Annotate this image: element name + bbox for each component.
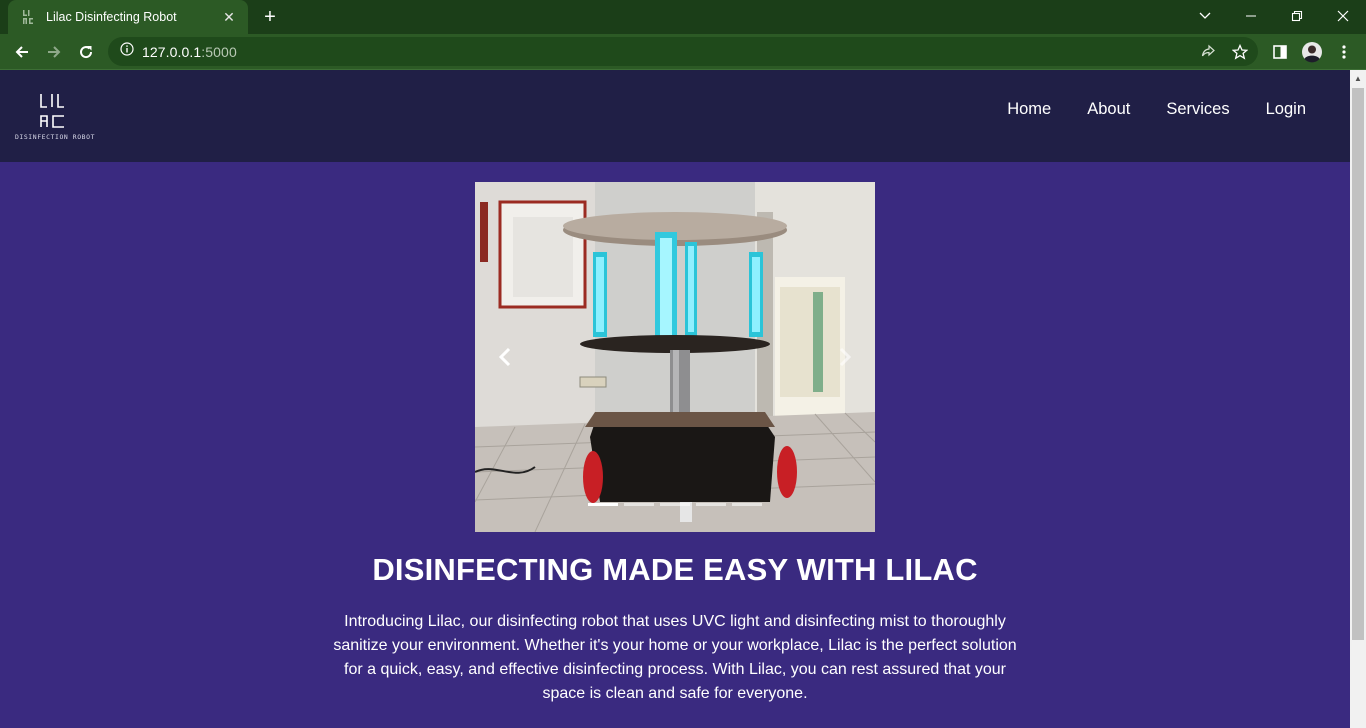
- close-window-icon[interactable]: [1320, 0, 1366, 32]
- profile-avatar[interactable]: [1298, 38, 1326, 66]
- url-text: 127.0.0.1:5000: [142, 44, 237, 60]
- carousel-robot-image: [475, 182, 875, 532]
- favicon-icon: [20, 9, 36, 25]
- page-viewport: DISINFECTION ROBOT Home About Services L…: [0, 70, 1350, 728]
- info-icon[interactable]: [120, 42, 134, 61]
- browser-toolbar: 127.0.0.1:5000: [0, 34, 1366, 70]
- side-panel-icon[interactable]: [1266, 38, 1294, 66]
- carousel-prev-icon[interactable]: [490, 342, 520, 372]
- carousel-indicator-5[interactable]: [732, 503, 762, 506]
- nav-login[interactable]: Login: [1266, 100, 1306, 119]
- forward-icon[interactable]: [40, 38, 68, 66]
- share-icon[interactable]: [1194, 38, 1222, 66]
- tab-close-icon[interactable]: ✕: [220, 8, 238, 26]
- page-scrollbar[interactable]: ▲: [1350, 70, 1366, 728]
- star-icon[interactable]: [1226, 38, 1254, 66]
- carousel-indicators: [588, 503, 762, 506]
- logo-tagline: DISINFECTION ROBOT: [15, 133, 95, 141]
- minimize-icon[interactable]: [1228, 0, 1274, 32]
- site-navbar: DISINFECTION ROBOT Home About Services L…: [0, 70, 1350, 162]
- url-port: :5000: [201, 43, 237, 60]
- browser-tab[interactable]: Lilac Disinfecting Robot ✕: [8, 0, 248, 34]
- intro-paragraph: Introducing Lilac, our disinfecting robo…: [333, 613, 1017, 702]
- carousel-next-icon[interactable]: [830, 342, 860, 372]
- browser-tab-strip: Lilac Disinfecting Robot ✕ +: [0, 0, 1366, 34]
- scroll-thumb[interactable]: [1352, 88, 1364, 640]
- tab-search-icon[interactable]: [1182, 0, 1228, 32]
- lilac-logo[interactable]: DISINFECTION ROBOT: [15, 92, 95, 142]
- carousel-indicator-1[interactable]: [588, 503, 618, 506]
- nav-home[interactable]: Home: [1007, 100, 1051, 119]
- main-nav: Home About Services Login: [1007, 100, 1306, 119]
- new-tab-button[interactable]: +: [258, 6, 282, 30]
- nav-about[interactable]: About: [1087, 100, 1130, 119]
- carousel-indicator-2[interactable]: [624, 503, 654, 506]
- scroll-up-icon[interactable]: ▲: [1350, 72, 1366, 86]
- back-icon[interactable]: [8, 38, 36, 66]
- menu-icon[interactable]: [1330, 38, 1358, 66]
- carousel-indicator-4[interactable]: [696, 503, 726, 506]
- url-host: 127.0.0.1: [142, 43, 202, 60]
- reload-icon[interactable]: [72, 38, 100, 66]
- tab-title: Lilac Disinfecting Robot: [46, 10, 177, 24]
- carousel-indicator-3[interactable]: [660, 503, 690, 506]
- nav-services[interactable]: Services: [1166, 100, 1229, 119]
- page-headline: DISINFECTING MADE EASY WITH LILAC: [372, 552, 978, 587]
- address-bar[interactable]: 127.0.0.1:5000: [108, 37, 1258, 66]
- restore-icon[interactable]: [1274, 0, 1320, 32]
- hero-carousel[interactable]: [475, 182, 875, 532]
